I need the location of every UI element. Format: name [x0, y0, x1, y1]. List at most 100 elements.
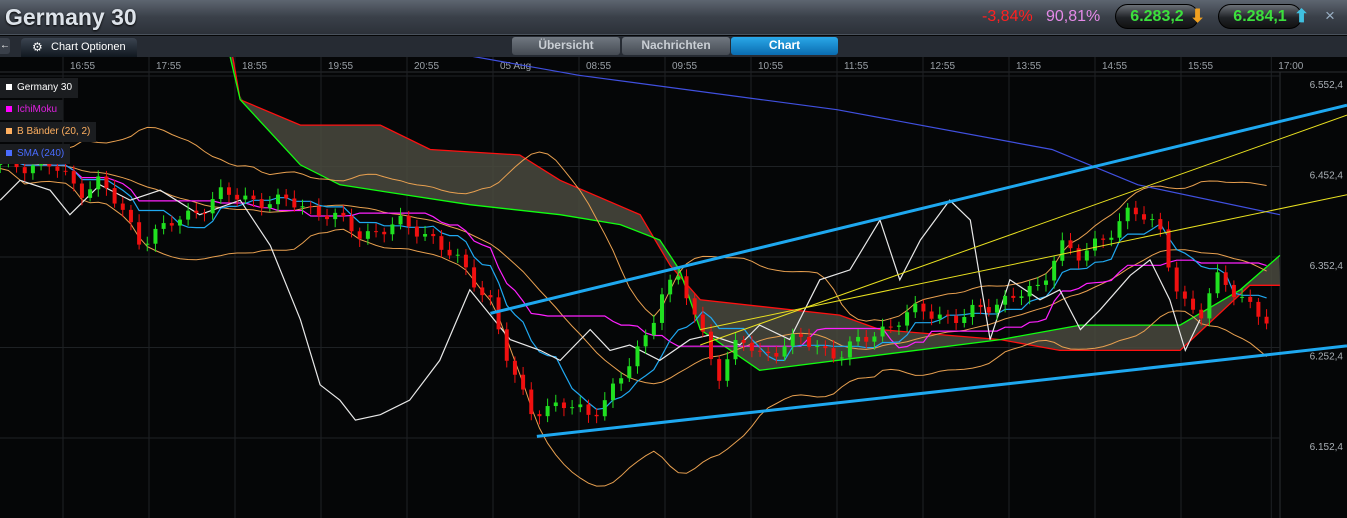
candle-body — [1207, 293, 1212, 319]
legend-sma[interactable]: SMA (240) — [0, 144, 71, 164]
candle-body — [1133, 207, 1138, 215]
legend-bollinger[interactable]: B Bänder (20, 2) — [0, 122, 97, 142]
candle-body — [823, 346, 828, 349]
candle-body — [276, 194, 280, 205]
tab-news[interactable]: Nachrichten — [622, 37, 730, 55]
x-tick-label: 19:55 — [328, 61, 353, 72]
candle-body — [398, 215, 403, 225]
candle-body — [169, 223, 174, 226]
candle-body — [1019, 296, 1024, 298]
candle-body — [905, 312, 910, 326]
candle-body — [758, 350, 763, 352]
candle-body — [782, 346, 787, 357]
candle-body — [994, 304, 999, 313]
candle-body — [251, 195, 256, 200]
header-bar: Germany 30 -3,84% 90,81% 6.283,2 ⬇ 6.284… — [0, 0, 1347, 35]
change-percent: -3,84% — [982, 8, 1033, 25]
close-button[interactable]: × — [1325, 6, 1335, 26]
candle-body — [202, 212, 207, 214]
legend-label: SMA (240) — [17, 148, 65, 159]
legend-germany30[interactable]: Germany 30 — [0, 78, 79, 98]
chart-options-button[interactable]: ⚙ Chart Optionen — [21, 38, 137, 57]
candle-body — [96, 176, 101, 190]
candle-body — [570, 407, 575, 409]
back-button[interactable]: ← — [0, 38, 10, 54]
candle-body — [962, 317, 967, 323]
candle-body — [1264, 316, 1269, 324]
candle-body — [1215, 272, 1220, 294]
candle-body — [1191, 298, 1196, 310]
candle-body — [1256, 301, 1261, 317]
candle-body — [300, 206, 305, 208]
candle-body — [161, 223, 166, 229]
down-arrow-icon: ⬇ — [1190, 6, 1206, 26]
candle-body — [766, 351, 771, 353]
candle-body — [1174, 267, 1179, 292]
candle-body — [725, 359, 730, 381]
candle-body — [63, 170, 68, 172]
y-tick-label: 6.452,4 — [1310, 171, 1344, 182]
x-tick-label: 12:55 — [930, 61, 955, 72]
candle-body — [325, 215, 330, 220]
candle-body — [235, 194, 240, 200]
candle-body — [1117, 221, 1122, 238]
candle-body — [1043, 280, 1048, 285]
candle-body — [210, 199, 215, 214]
candle-body — [602, 400, 607, 417]
candle-body — [137, 222, 142, 245]
candle-body — [1060, 240, 1065, 261]
legend-ichimoku[interactable]: IchiMoku — [0, 100, 64, 120]
candle-body — [627, 366, 632, 379]
candle-body — [439, 236, 444, 250]
buy-price-button[interactable]: 6.284,1 — [1218, 4, 1302, 29]
candle-body — [316, 206, 321, 216]
candle-body — [472, 267, 477, 288]
legend-label: IchiMoku — [17, 104, 58, 115]
candle-body — [1027, 286, 1032, 297]
candle-body — [537, 414, 542, 417]
tab-bar: ← ⚙ Chart Optionen Übersicht Nachrichten … — [0, 36, 1347, 57]
candle-body — [921, 303, 926, 312]
candle-body — [1166, 229, 1171, 268]
candle-body — [1109, 237, 1114, 240]
y-tick-label: 6.352,4 — [1310, 261, 1344, 272]
x-tick-label: 11:55 — [844, 61, 869, 72]
candle-body — [431, 234, 436, 237]
candle-body — [504, 329, 509, 361]
candle-body — [553, 402, 558, 407]
candle-body — [365, 231, 370, 239]
x-tick-label: 13:55 — [1016, 61, 1041, 72]
x-tick-label: 15:55 — [1188, 61, 1213, 72]
candle-body — [267, 204, 272, 209]
sell-price-button[interactable]: 6.283,2 — [1115, 4, 1199, 29]
candle-body — [733, 340, 738, 360]
candle-body — [406, 215, 411, 227]
candle-body — [586, 404, 591, 415]
legend-swatch — [6, 106, 12, 112]
y-tick-label: 6.152,4 — [1310, 442, 1344, 453]
candle-body — [790, 334, 795, 347]
candle-body — [774, 352, 779, 357]
tab-chart[interactable]: Chart — [731, 37, 838, 55]
price-chart[interactable]: 16:55 17:55 18:55 19:55 20:55 05 Aug 08:55 09:5… — [0, 57, 1347, 518]
candle-body — [1142, 214, 1147, 220]
candle-body — [749, 342, 754, 351]
candle-body — [945, 314, 950, 316]
candle-body — [1003, 295, 1008, 305]
candle-body — [1068, 240, 1073, 249]
candle-body — [284, 194, 289, 199]
candle-body — [259, 199, 264, 209]
candle-body — [79, 183, 84, 198]
y-tick-label: 6.252,4 — [1310, 352, 1344, 363]
x-tick-label: 16:55 — [70, 61, 95, 72]
candle-body — [529, 389, 534, 415]
candle-body — [807, 336, 812, 347]
candle-body — [954, 315, 959, 323]
tab-overview[interactable]: Übersicht — [512, 37, 620, 55]
candle-body — [243, 195, 248, 200]
candle-body — [913, 303, 918, 313]
candle-body — [333, 212, 338, 220]
candle-body — [643, 335, 648, 347]
legend-swatch — [6, 150, 12, 156]
candle-body — [120, 203, 125, 210]
